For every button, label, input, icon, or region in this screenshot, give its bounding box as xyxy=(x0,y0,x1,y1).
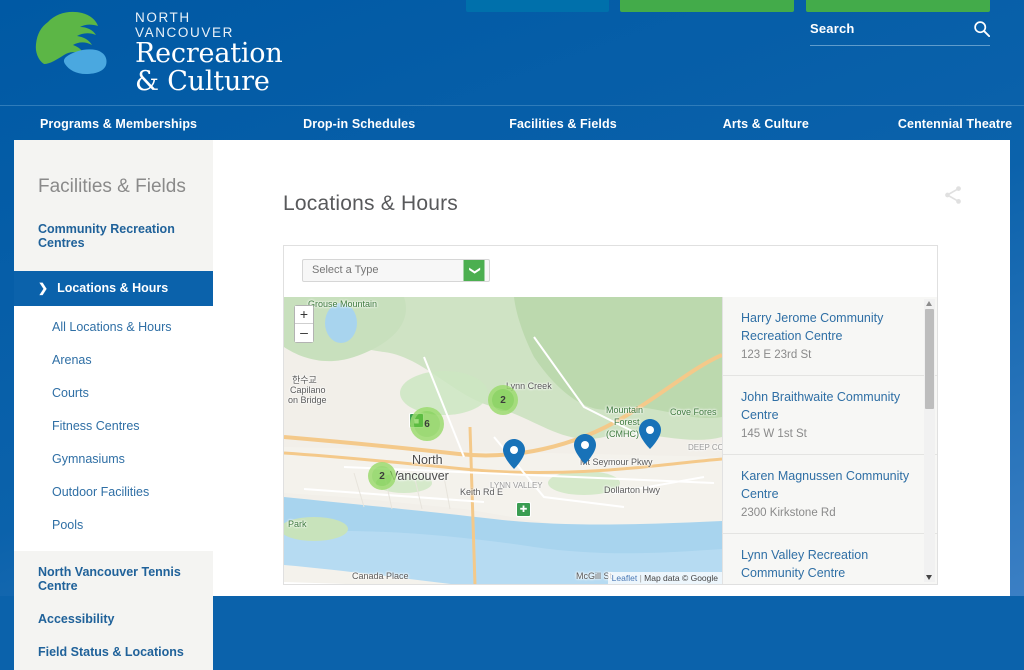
chevron-down-icon[interactable]: ❮ xyxy=(463,260,485,282)
list-item[interactable]: Karen Magnussen Community Centre 2300 Ki… xyxy=(723,455,937,535)
list-item[interactable]: John Braithwaite Community Centre 145 W … xyxy=(723,376,937,456)
sidebar-item-courts[interactable]: Courts xyxy=(14,378,213,411)
map-label: Capilano xyxy=(290,385,326,396)
nav-item-centennial-theatre[interactable]: Centennial Theatre xyxy=(898,117,1012,131)
sidebar-item-north-vancouver-tennis-centre[interactable]: North Vancouver Tennis Centre xyxy=(14,557,213,604)
map-label: McGill St xyxy=(576,571,612,582)
attribution-separator: | xyxy=(639,573,642,584)
type-filter-select[interactable]: Select a Type ❮ xyxy=(302,259,490,283)
map-label: Grouse Mountain xyxy=(308,299,378,310)
share-icon[interactable] xyxy=(942,184,964,206)
map-label: (CMHC) xyxy=(606,429,639,440)
logo-wordmark: NORTH VANCOUVER Recreation & Culture xyxy=(135,10,283,96)
sidebar-item-pools[interactable]: Pools xyxy=(14,510,213,543)
scroll-down-arrow[interactable] xyxy=(926,575,932,581)
map-label: Keith Rd E xyxy=(460,487,504,498)
location-name[interactable]: John Braithwaite Community Centre xyxy=(741,388,915,424)
page-title: Locations & Hours xyxy=(283,192,458,216)
search-underline xyxy=(810,45,990,46)
sidebar-item-arenas[interactable]: Arenas xyxy=(14,345,213,378)
location-name[interactable]: Karen Magnussen Community Centre xyxy=(741,467,915,503)
logo-line-2: & Culture xyxy=(135,66,270,97)
chevron-right-icon: ❯ xyxy=(38,281,49,295)
map-label: Canada Place xyxy=(352,571,409,582)
map-cluster-marker[interactable]: 2 xyxy=(488,385,518,416)
sidebar-item-outdoor-facilities[interactable]: Outdoor Facilities xyxy=(14,477,213,510)
search-icon[interactable] xyxy=(973,20,990,37)
map-cluster-marker[interactable]: 2 xyxy=(368,462,396,491)
nav-item-drop-in-schedules[interactable]: Drop-in Schedules xyxy=(303,117,415,131)
location-name[interactable]: Harry Jerome Community Recreation Centre xyxy=(741,309,915,345)
list-item[interactable]: Harry Jerome Community Recreation Centre… xyxy=(723,297,937,377)
sidebar-bottom-section: North Vancouver Tennis Centre Accessibil… xyxy=(14,551,213,670)
map-attribution: Leaflet | Map data © Google xyxy=(607,572,722,585)
sidebar-active-label: Locations & Hours xyxy=(57,281,169,295)
list-scrollbar[interactable] xyxy=(924,299,935,583)
map-label: on Bridge xyxy=(288,395,327,406)
site-search[interactable] xyxy=(810,20,990,46)
map-label: DEEP COVE xyxy=(688,443,722,453)
scroll-up-arrow[interactable] xyxy=(926,301,932,307)
map-and-list: Grouse Mountain Lynn Creek Mountain Fore… xyxy=(284,297,937,585)
map-label: Vancouver xyxy=(390,469,449,484)
zoom-in-button[interactable]: + xyxy=(295,306,313,325)
logo-supertext: NORTH VANCOUVER xyxy=(135,10,234,40)
site-header: NORTH VANCOUVER Recreation & Culture xyxy=(0,0,1024,105)
leaf-hand-logo-icon xyxy=(35,11,107,74)
main-content: Locations & Hours Select a Type ❮ Grouse… xyxy=(213,140,1010,596)
map-poi-icon: ✚ xyxy=(516,502,531,518)
main-header: Locations & Hours xyxy=(283,178,964,230)
map-location-pin[interactable] xyxy=(639,419,661,450)
attribution-data: Map data © Google xyxy=(644,573,718,584)
locations-list[interactable]: Harry Jerome Community Recreation Centre… xyxy=(722,297,937,585)
map-zoom-control[interactable]: + – xyxy=(294,305,314,344)
sidebar-item-field-status-locations[interactable]: Field Status & Locations xyxy=(14,637,213,670)
logo-line-1: Recreation xyxy=(135,38,283,69)
location-address: 145 W 1st St xyxy=(741,428,807,441)
map-cluster-marker[interactable]: 6 xyxy=(410,407,444,442)
map-label: Park xyxy=(288,519,307,530)
nav-item-arts-culture[interactable]: Arts & Culture xyxy=(723,117,809,131)
site-logo[interactable]: NORTH VANCOUVER Recreation & Culture xyxy=(30,6,283,96)
sidebar-sub-items: All Locations & Hours Arenas Courts Fitn… xyxy=(14,306,213,551)
map-location-pin[interactable] xyxy=(503,439,525,470)
location-name[interactable]: Lynn Valley Recreation Community Centre xyxy=(741,546,915,582)
sidebar-item-gymnasiums[interactable]: Gymnasiums xyxy=(14,444,213,477)
sidebar-item-all-locations-hours[interactable]: All Locations & Hours xyxy=(14,312,213,345)
sidebar-top-section: Facilities & Fields Community Recreation… xyxy=(14,140,213,271)
list-item[interactable]: Lynn Valley Recreation Community Centre … xyxy=(723,534,937,584)
map-label: Dollarton Hwy xyxy=(604,485,661,496)
map-label: North xyxy=(412,453,443,468)
sidebar-item-accessibility[interactable]: Accessibility xyxy=(14,604,213,637)
location-address: 2300 Kirkstone Rd xyxy=(741,507,836,520)
nav-item-facilities-fields[interactable]: Facilities & Fields xyxy=(509,117,617,131)
sidebar: Facilities & Fields Community Recreation… xyxy=(14,140,213,670)
map-label: Mountain xyxy=(606,405,644,416)
map-location-pin[interactable] xyxy=(574,434,596,465)
nav-item-programs-memberships[interactable]: Programs & Memberships xyxy=(40,117,197,131)
location-map[interactable]: Grouse Mountain Lynn Creek Mountain Fore… xyxy=(284,297,722,585)
sidebar-title: Facilities & Fields xyxy=(38,176,186,197)
map-label: Forest xyxy=(614,417,640,428)
filter-bar: Select a Type ❮ xyxy=(284,246,937,295)
scrollbar-thumb[interactable] xyxy=(925,309,934,410)
map-label: Cove Fores xyxy=(670,407,717,418)
attribution-leaflet[interactable]: Leaflet xyxy=(612,573,638,583)
sidebar-item-fitness-centres[interactable]: Fitness Centres xyxy=(14,411,213,444)
search-input[interactable] xyxy=(810,21,940,36)
type-filter-value: Select a Type xyxy=(312,264,379,277)
main-navigation: Programs & Memberships Drop-in Schedules… xyxy=(0,105,1024,140)
location-address: 123 E 23rd St xyxy=(741,349,812,362)
zoom-out-button[interactable]: – xyxy=(295,324,313,343)
sidebar-item-community-recreation-centres[interactable]: Community Recreation Centres xyxy=(14,214,213,261)
locations-panel: Select a Type ❮ Grouse Mountain Lynn Cre… xyxy=(283,245,938,586)
page-card: Facilities & Fields Community Recreation… xyxy=(14,140,1010,670)
sidebar-item-locations-hours-active[interactable]: ❯ Locations & Hours xyxy=(14,271,213,306)
